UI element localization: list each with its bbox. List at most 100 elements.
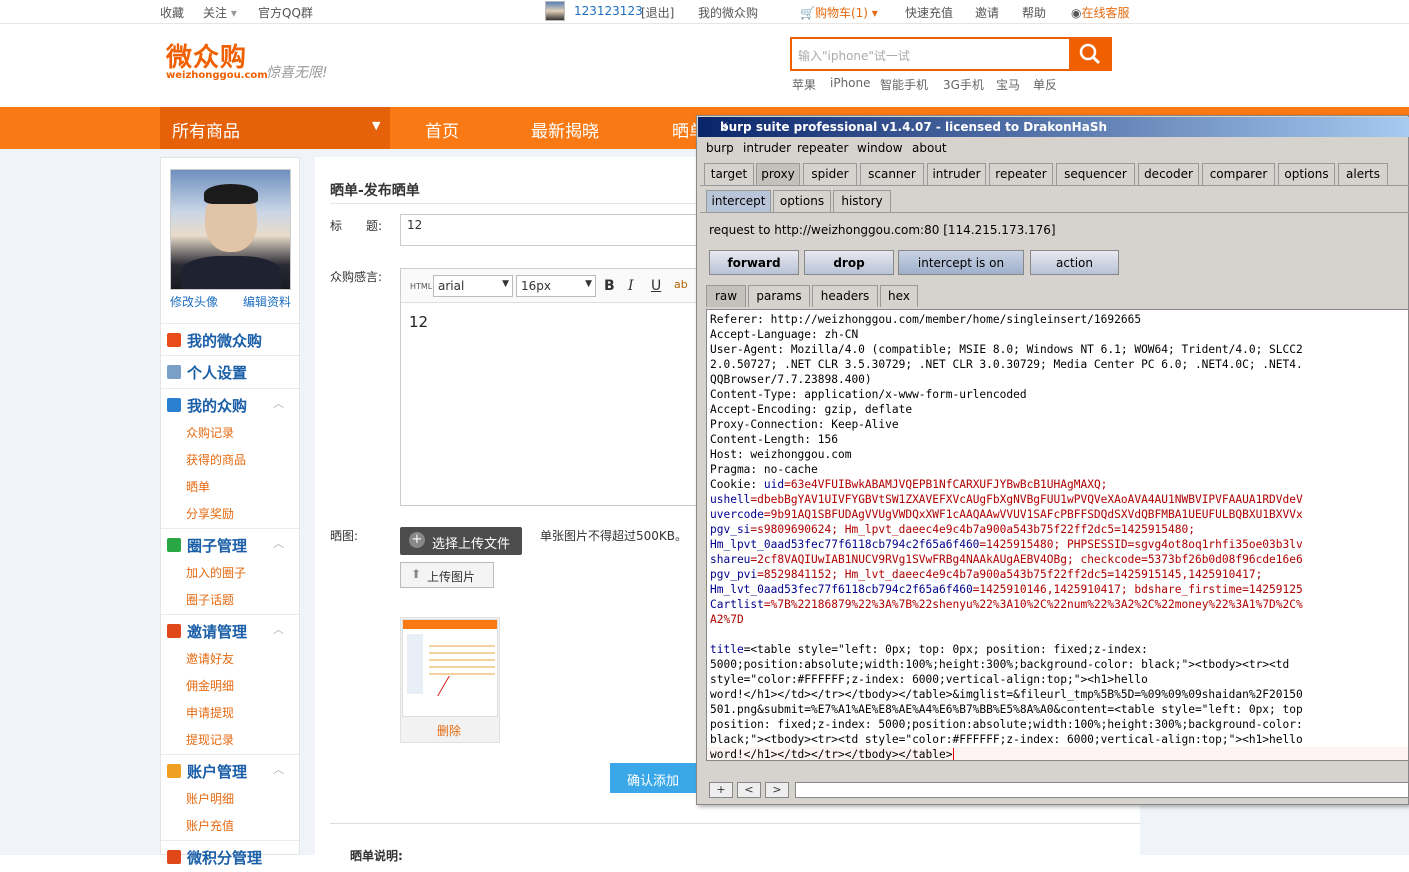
follow-link[interactable]: 关注 ▾ [203,4,237,21]
intercept-toggle[interactable]: intercept is on [898,250,1024,275]
upload-image-button[interactable]: ⬆ 上传图片 [400,562,494,588]
raw-line: style="color:#FFFFFF;z-index: 6000;verti… [710,672,1303,687]
menu-burp[interactable]: burp [706,141,734,155]
tab-scanner[interactable]: scanner [860,163,924,185]
burp-titlebar[interactable]: ⚡ burp suite professional v1.4.07 - lice… [698,117,1409,137]
thumb-nav [403,620,497,629]
forward-button[interactable]: forward [709,250,799,275]
bold-button[interactable]: B [604,278,615,294]
hot-keyword[interactable]: 智能手机 [880,76,928,93]
hot-keyword[interactable]: iPhone [830,76,871,90]
sidebar-section-my-purchases[interactable]: 我的众购 ︿ [161,388,299,420]
hot-keyword[interactable]: 苹果 [792,76,816,93]
sidebar-item-share[interactable]: 晒单 [186,478,210,495]
nav-home[interactable]: 首页 [425,117,459,142]
help-link[interactable]: 帮助 [1022,4,1046,21]
history-forward-button[interactable]: > [765,782,789,798]
logout-link[interactable]: [退出] [641,4,674,21]
tab-comparer[interactable]: comparer [1202,163,1275,185]
menu-window[interactable]: window [857,141,903,155]
tab-intruder[interactable]: intruder [927,163,986,185]
editor-content[interactable]: 12 [409,313,428,331]
view-params[interactable]: params [748,285,810,307]
view-raw[interactable]: raw [706,285,746,307]
tab-options[interactable]: options [1278,163,1335,185]
history-back-button[interactable]: < [737,782,761,798]
sidebar-item-account-detail[interactable]: 账户明细 [186,790,234,807]
text-color-icon[interactable]: ab [674,278,688,291]
confirm-add-button[interactable]: 确认添加 [610,763,696,793]
upload-image-label: 上传图片 [427,570,476,584]
action-button[interactable]: action [1030,250,1119,275]
headset-icon: ◉ [1071,6,1082,20]
sidebar-item-withdraw[interactable]: 申请提现 [186,704,234,721]
size-select[interactable]: 16px ▼ [516,275,596,297]
tab-target[interactable]: target [704,163,754,185]
menu-about[interactable]: about [912,141,947,155]
italic-button[interactable]: I [628,278,634,294]
header-text: Accept-Encoding: gzip, deflate [710,403,913,416]
sidebar-item-purchase-records[interactable]: 众购记录 [186,424,234,441]
tab-alerts[interactable]: alerts [1338,163,1388,185]
sidebar-item-rewards[interactable]: 分享奖励 [186,505,234,522]
font-select[interactable]: arial ▼ [433,275,513,297]
my-account-link[interactable]: 我的微众购 [698,4,758,21]
sidebar-item-account-recharge[interactable]: 账户充值 [186,817,234,834]
sidebar-section-circles[interactable]: 圈子管理 ︿ [161,528,299,560]
all-products-menu[interactable]: 所有商品 ▼ [160,107,390,149]
nav-latest[interactable]: 最新揭晓 [531,117,599,142]
sidebar-section-my-account[interactable]: 我的微众购 [161,323,299,355]
menu-repeater[interactable]: repeater [797,141,848,155]
edit-avatar-link[interactable]: 修改头像 [170,293,218,310]
tab-decoder[interactable]: decoder [1138,163,1199,185]
sidebar-section-settings[interactable]: 个人设置 [161,355,299,387]
drop-button[interactable]: drop [804,250,894,275]
subtab-history[interactable]: history [833,190,891,212]
sidebar-item-withdraw-records[interactable]: 提现记录 [186,731,234,748]
raw-request-editor[interactable]: Referer: http://weizhonggou.com/member/h… [706,309,1409,761]
sidebar-section-points[interactable]: 微积分管理 [161,840,299,872]
tab-sequencer[interactable]: sequencer [1056,163,1135,185]
choose-file-button[interactable]: + 选择上传文件 [400,527,522,555]
tab-repeater[interactable]: repeater [989,163,1053,185]
history-add-button[interactable]: + [709,782,733,798]
view-headers[interactable]: headers [812,285,878,307]
search-button[interactable] [1069,37,1112,71]
tab-proxy[interactable]: proxy [756,163,800,185]
gear-icon [167,365,181,379]
sidebar-item-invite-friends[interactable]: 邀请好友 [186,650,234,667]
title-input[interactable]: 12 [400,214,700,246]
logo-cn: 微众购 [166,43,248,73]
online-service-link[interactable]: ◉在线客服 [1071,4,1130,21]
tab-spider[interactable]: spider [803,163,857,185]
hot-keyword[interactable]: 宝马 [996,76,1020,93]
body-text: black;"><tbody><tr><td style="color:#FFF… [710,733,1303,746]
menu-intruder[interactable]: intruder [743,141,791,155]
favorite-link[interactable]: 收藏 [160,4,184,21]
burp-search-field[interactable] [795,782,1409,798]
html-source-button[interactable]: HTML [410,282,432,291]
sidebar-item-joined-circles[interactable]: 加入的圈子 [186,564,246,581]
sidebar-item-commission[interactable]: 佣金明细 [186,677,234,694]
hot-keyword[interactable]: 3G手机 [943,76,984,93]
rich-text-editor[interactable] [400,268,700,506]
underline-button[interactable]: U [651,278,661,294]
qq-group-link[interactable]: 官方QQ群 [258,4,313,21]
search-input[interactable]: 输入"iphone"试一试 [790,37,1070,71]
edit-profile-link[interactable]: 编辑资料 [243,293,291,310]
invite-link[interactable]: 邀请 [975,4,999,21]
sidebar-item-circle-topics[interactable]: 圈子话题 [186,591,234,608]
delete-link[interactable]: 删除 [437,722,461,739]
site-logo[interactable]: 微众购 weizhonggou.com [166,44,268,81]
sidebar-item-won-products[interactable]: 获得的商品 [186,451,246,468]
sidebar-section-invites[interactable]: 邀请管理 ︿ [161,614,299,646]
cart-link[interactable]: 🛒购物车(1) ▾ [800,4,878,21]
hot-keyword[interactable]: 单反 [1033,76,1057,93]
user-id-link[interactable]: 123123123 [574,4,643,18]
subtab-options[interactable]: options [773,190,831,212]
sidebar-section-account[interactable]: 账户管理 ︿ [161,754,299,786]
view-hex[interactable]: hex [880,285,918,307]
raw-line: Cartlist=%7B%22186879%22%3A%7B%22shenyu%… [710,597,1303,612]
subtab-intercept[interactable]: intercept [706,190,771,212]
recharge-link[interactable]: 快速充值 [905,4,953,21]
